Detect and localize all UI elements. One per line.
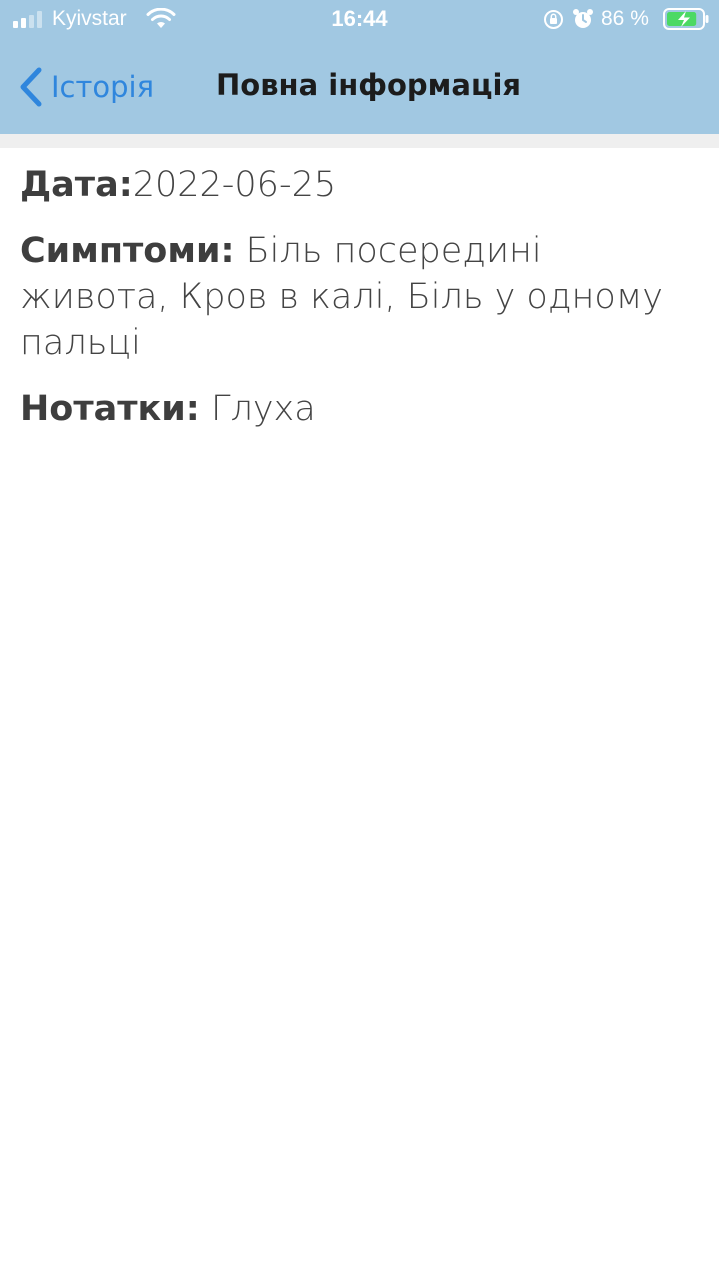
- notes-row: Нотатки: Глуха: [20, 386, 700, 432]
- alarm-icon: [573, 9, 593, 28]
- header-divider: [0, 134, 719, 148]
- date-value: 2022-06-25: [132, 165, 337, 205]
- date-label: Дата:: [20, 165, 133, 205]
- notes-value: Глуха: [210, 389, 316, 429]
- details-section: Дата:2022-06-25 Симптоми: Біль посередин…: [20, 162, 700, 432]
- date-row: Дата:2022-06-25: [20, 162, 700, 208]
- battery-charging-icon: [663, 8, 709, 30]
- status-bar: Kyivstar 16:44 86 %: [0, 0, 719, 40]
- back-button-label: Історія: [51, 70, 155, 104]
- back-button[interactable]: Історія: [10, 60, 180, 114]
- symptoms-label: Симптоми:: [20, 231, 235, 271]
- page-title: Повна інформація: [216, 68, 522, 102]
- rotation-lock-icon: [544, 10, 563, 29]
- symptoms-row: Симптоми: Біль посередині живота, Кров в…: [20, 228, 700, 366]
- navigation-bar: Історія Повна інформація: [0, 40, 719, 134]
- chevron-left-icon: [20, 67, 42, 107]
- header-background: Kyivstar 16:44 86 % Історія Повна інформ…: [0, 0, 719, 134]
- battery-percentage: 86 %: [601, 7, 649, 30]
- notes-label: Нотатки:: [20, 389, 200, 429]
